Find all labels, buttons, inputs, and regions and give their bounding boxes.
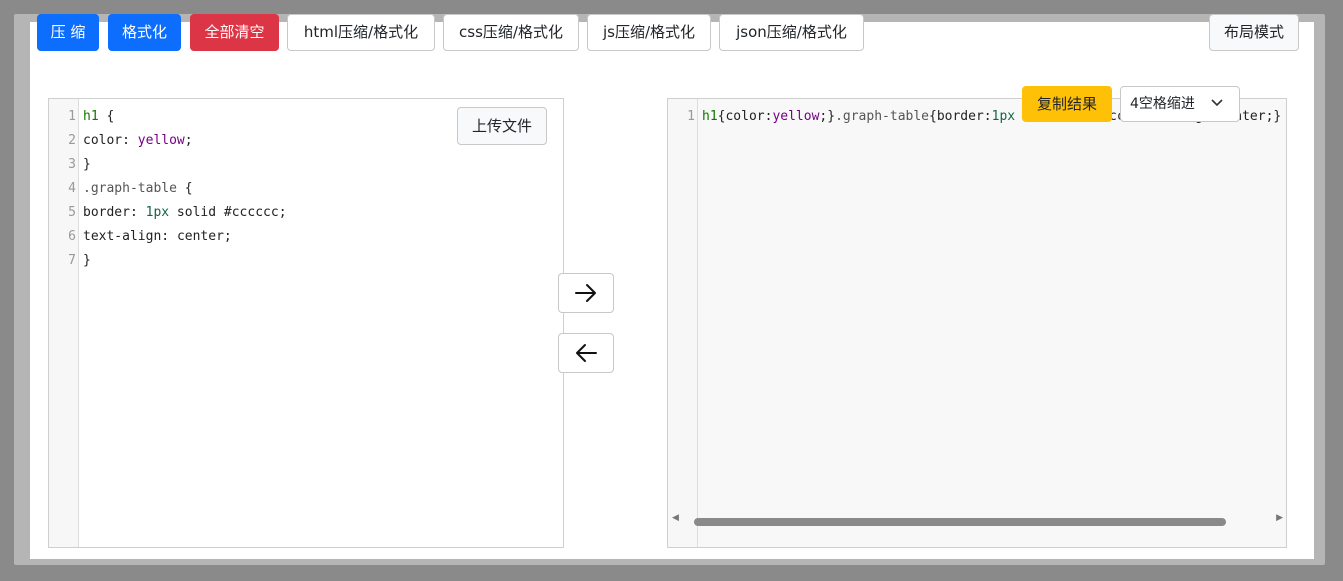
code-token: 1px [991, 109, 1016, 124]
line-number-gutter: 1 [668, 99, 698, 547]
indent-select[interactable]: 4空格缩进 [1120, 86, 1240, 122]
indent-select-value: 4空格缩进 [1130, 96, 1195, 112]
upload-file-button[interactable]: 上传文件 [457, 107, 547, 145]
code-token: ;} [1265, 109, 1282, 124]
code-token: } [83, 157, 91, 172]
code-token: } [83, 253, 91, 268]
code-line[interactable]: text-align: center; [83, 225, 559, 249]
code-token: text-align [83, 229, 162, 244]
code-token: ; [278, 205, 287, 220]
html-tool-button[interactable]: html压缩/格式化 [287, 14, 435, 51]
input-editor[interactable]: 1 2 3 4 5 6 7 h1 { color: yellow;} .graph-table … [48, 98, 564, 548]
code-token: ; [223, 229, 232, 244]
code-line[interactable]: } [83, 249, 559, 273]
code-token: h1 [83, 109, 99, 124]
line-number: 7 [68, 253, 76, 268]
scrollbar-track[interactable] [682, 514, 1271, 526]
output-editor[interactable]: 1 h1{color:yellow;}.graph-table{border:1… [667, 98, 1287, 548]
code-token: center [176, 229, 224, 244]
arrow-left-icon [576, 344, 597, 362]
format-button[interactable]: 格式化 [108, 14, 181, 51]
code-token: solid [169, 205, 224, 220]
line-number-gutter: 1 2 3 4 5 6 7 [49, 99, 79, 547]
convert-right-button[interactable] [558, 273, 614, 313]
line-number: 1 [687, 109, 695, 124]
code-token: .graph-table [835, 109, 929, 124]
scrollbar-thumb[interactable] [694, 518, 1226, 526]
arrow-right-icon [575, 284, 596, 302]
line-number: 4 [68, 181, 76, 196]
code-token: ;} [819, 109, 836, 124]
scroll-right-icon[interactable]: ▶ [1276, 513, 1283, 523]
chevron-down-icon [1211, 99, 1223, 107]
line-number: 6 [68, 229, 76, 244]
line-number: 5 [68, 205, 76, 220]
line-number: 2 [68, 133, 76, 148]
code-token: .graph-table [83, 181, 177, 196]
code-token: color [725, 109, 765, 124]
code-token: ; [184, 133, 193, 148]
code-line[interactable]: } [83, 153, 559, 177]
code-token: : [161, 229, 177, 244]
copy-result-button[interactable]: 复制结果 [1022, 86, 1112, 122]
line-number: 1 [68, 109, 76, 124]
code-line[interactable]: .graph-table { [83, 177, 559, 201]
code-token: border [936, 109, 984, 124]
json-tool-button[interactable]: json压缩/格式化 [719, 14, 864, 51]
code-line[interactable]: border: 1px solid #cccccc; [83, 201, 559, 225]
code-token: { [176, 181, 193, 196]
scroll-left-icon[interactable]: ◀ [672, 513, 679, 523]
code-token: yellow [772, 109, 820, 124]
code-token: : [129, 205, 146, 220]
css-tool-button[interactable]: css压缩/格式化 [443, 14, 579, 51]
code-token: { [98, 109, 115, 124]
code-token: : [122, 133, 138, 148]
code-token: : [983, 109, 992, 124]
code-token: border [83, 205, 130, 220]
code-token: 1px [145, 205, 170, 220]
js-tool-button[interactable]: js压缩/格式化 [587, 14, 711, 51]
horizontal-scrollbar[interactable]: ◀ ▶ [668, 510, 1287, 526]
compress-button[interactable]: 压 缩 [37, 14, 99, 51]
clear-all-button[interactable]: 全部清空 [190, 14, 279, 51]
code-token: #cccccc [223, 205, 279, 220]
code-token: { [929, 109, 937, 124]
code-token: h1 [702, 109, 718, 124]
layout-mode-button[interactable]: 布局模式 [1209, 14, 1299, 51]
code-token: yellow [137, 133, 185, 148]
convert-left-button[interactable] [558, 333, 614, 373]
line-number: 3 [68, 157, 76, 172]
code-token: color [83, 133, 123, 148]
